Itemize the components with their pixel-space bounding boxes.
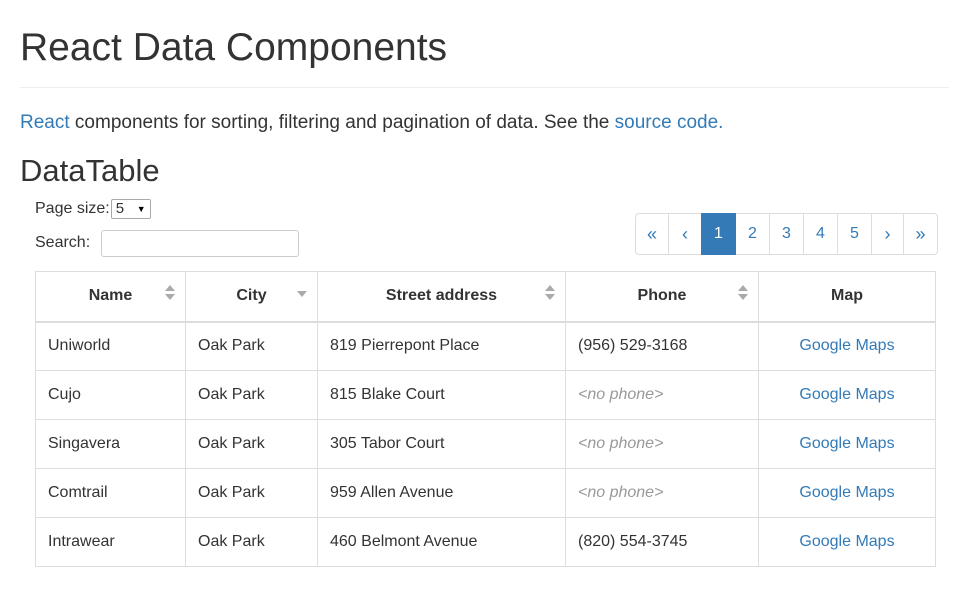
cell-map: Google Maps [758,419,936,469]
page-button-1[interactable]: 1 [701,213,736,255]
cell-city: Oak Park [185,321,318,371]
column-header-label: Map [831,287,863,305]
sort-both-icon [545,285,555,301]
first-page-button[interactable]: « [635,213,669,255]
page-size-select[interactable]: 5 ▼ [110,199,151,219]
cell-street-address: 815 Blake Court [317,370,566,420]
column-header-label: City [236,287,267,305]
page-size-label: Page size: [35,200,110,217]
cell-phone-empty: <no phone> [565,370,759,420]
page-button-5[interactable]: 5 [837,213,872,255]
table-row: Uniworld Oak Park 819 Pierrepont Place (… [35,321,936,371]
table-row: Comtrail Oak Park 959 Allen Avenue <no p… [35,468,936,518]
column-header-label: Name [88,287,133,305]
cell-name: Uniworld [35,321,186,371]
google-maps-link[interactable]: Google Maps [799,533,894,550]
cell-name: Singavera [35,419,186,469]
column-header-phone[interactable]: Phone [565,271,759,323]
intro-description: components for sorting, filtering and pa… [69,112,615,133]
search-input[interactable] [101,229,300,257]
cell-city: Oak Park [185,517,318,567]
column-header-city[interactable]: City [185,271,318,323]
google-maps-link[interactable]: Google Maps [799,386,894,403]
cell-name: Intrawear [35,517,186,567]
cell-street-address: 959 Allen Avenue [317,468,566,518]
google-maps-link[interactable]: Google Maps [799,484,894,501]
data-table: Name City Street address Phone Map Uniwo… [35,271,936,567]
column-header-label: Phone [637,287,687,305]
column-header-label: Street address [385,287,498,305]
page-button-3[interactable]: 3 [769,213,804,255]
cell-phone-empty: <no phone> [565,419,759,469]
cell-city: Oak Park [185,419,318,469]
react-link[interactable]: React [20,112,70,133]
column-header-name[interactable]: Name [35,271,186,323]
google-maps-link[interactable]: Google Maps [799,435,894,452]
cell-map: Google Maps [758,468,936,518]
last-page-button[interactable]: » [903,213,938,255]
table-row: Cujo Oak Park 815 Blake Court <no phone>… [35,370,936,420]
table-row: Singavera Oak Park 305 Tabor Court <no p… [35,419,936,469]
source-code-link[interactable]: source code. [615,112,724,133]
sort-both-icon [738,285,748,301]
cell-street-address: 819 Pierrepont Place [317,321,566,371]
cell-map: Google Maps [758,370,936,420]
cell-phone: (820) 554-3745 [565,517,759,567]
cell-name: Comtrail [35,468,186,518]
section-title: DataTable [20,153,160,188]
cell-map: Google Maps [758,321,936,371]
cell-map: Google Maps [758,517,936,567]
search-control: Search: [35,229,300,257]
page-button-4[interactable]: 4 [803,213,838,255]
sort-descending-icon [297,285,307,301]
cell-phone-empty: <no phone> [565,468,759,518]
page-title: React Data Components [20,26,448,69]
sort-both-icon [165,285,175,301]
pagination: « ‹ 1 2 3 4 5 › » [635,213,938,255]
cell-name: Cujo [35,370,186,420]
page: React Data Components React components f… [0,0,959,596]
cell-city: Oak Park [185,468,318,518]
cell-city: Oak Park [185,370,318,420]
page-size-control: Page size: 5 ▼ [35,198,151,220]
cell-street-address: 305 Tabor Court [317,419,566,469]
prev-page-button[interactable]: ‹ [668,213,702,255]
column-header-map: Map [758,271,936,323]
page-button-2[interactable]: 2 [735,213,770,255]
cell-phone: (956) 529-3168 [565,321,759,371]
title-divider [20,87,949,88]
dropdown-arrow-icon: ▼ [136,204,146,214]
page-size-value: 5 [115,200,125,217]
google-maps-link[interactable]: Google Maps [799,337,894,354]
table-row: Intrawear Oak Park 460 Belmont Avenue (8… [35,517,936,567]
next-page-button[interactable]: › [871,213,904,255]
intro-text: React components for sorting, filtering … [20,111,723,135]
search-label: Search: [35,234,91,251]
column-header-street-address[interactable]: Street address [317,271,566,323]
cell-street-address: 460 Belmont Avenue [317,517,566,567]
table-header-row: Name City Street address Phone Map [35,271,936,323]
